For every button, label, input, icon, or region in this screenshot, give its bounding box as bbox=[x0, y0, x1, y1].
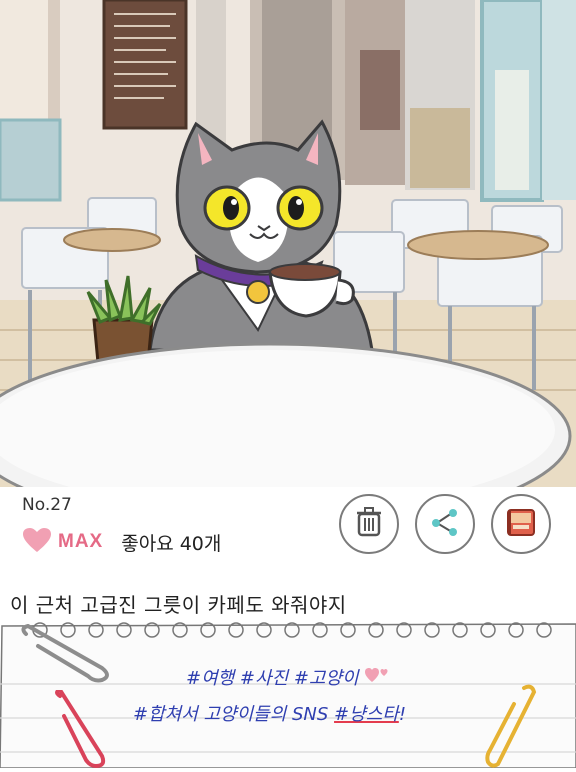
hashtags-line-2-prefix: #합쳐서 고양이들의 SNS bbox=[133, 704, 335, 725]
small-heart-icon bbox=[364, 668, 390, 689]
hashtag-nyangstar: #냥스타 bbox=[334, 704, 399, 725]
hashtags-text: #여행 #사진 #고양이 bbox=[186, 668, 359, 689]
like-max-badge: MAX bbox=[58, 531, 104, 552]
hashtags-line-2-suffix: ! bbox=[398, 704, 407, 725]
like-count: 좋아요 40개 bbox=[121, 532, 222, 555]
post-number: No.27 bbox=[22, 495, 72, 515]
trash-icon bbox=[356, 507, 382, 541]
album-book-icon bbox=[504, 505, 538, 543]
cafe-cat-illustration bbox=[0, 0, 576, 487]
red-paperclip bbox=[50, 687, 110, 772]
hashtags-line-2: #합쳐서 고양이들의 SNS #냥스타! bbox=[133, 700, 406, 726]
heart-icon[interactable] bbox=[22, 527, 52, 557]
post-photo bbox=[0, 0, 576, 487]
gray-paperclip bbox=[18, 623, 114, 688]
post-caption: 이 근처 고급진 그릇이 카페도 와줘야지 bbox=[10, 593, 347, 617]
album-button[interactable] bbox=[491, 494, 551, 554]
share-button[interactable] bbox=[415, 494, 475, 554]
share-icon bbox=[430, 507, 460, 541]
hashtags-line-1: #여행 #사진 #고양이 bbox=[186, 664, 390, 690]
like-summary: MAX 좋아요 40개 bbox=[22, 527, 221, 557]
yellow-paperclip bbox=[484, 684, 540, 772]
delete-button[interactable] bbox=[339, 494, 399, 554]
